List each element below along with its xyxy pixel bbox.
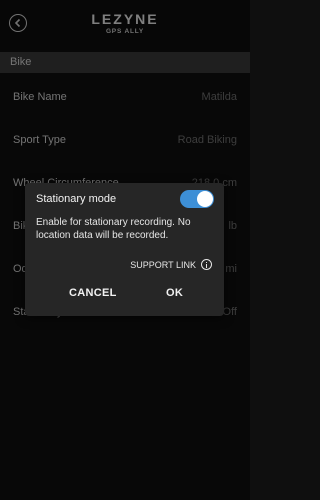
toggle-knob (197, 191, 213, 207)
dialog-title: Stationary mode (36, 193, 117, 205)
stationary-mode-dialog: Stationary mode Enable for stationary re… (25, 183, 224, 316)
support-link-label: SUPPORT LINK (130, 259, 196, 270)
stationary-mode-toggle[interactable] (180, 190, 214, 208)
dialog-description: Enable for stationary recording. No loca… (36, 217, 191, 241)
info-icon (201, 259, 212, 270)
ok-button[interactable]: OK (166, 287, 183, 299)
cancel-button[interactable]: CANCEL (69, 287, 117, 299)
support-link[interactable]: SUPPORT LINK (130, 259, 212, 270)
